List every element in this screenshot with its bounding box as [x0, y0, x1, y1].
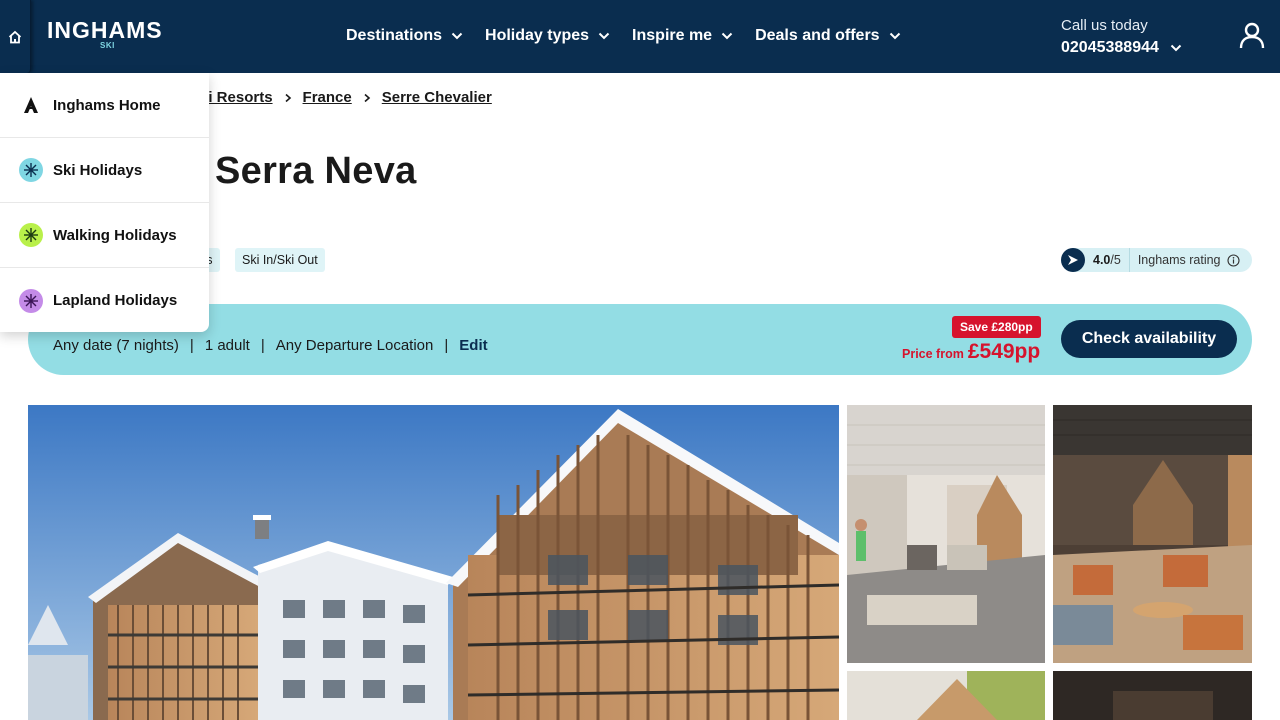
- call-us-label: Call us today: [1061, 17, 1148, 34]
- main-hotel-photo[interactable]: [28, 405, 839, 720]
- chevron-down-icon: [451, 32, 463, 40]
- site-header: INGHAMS SKI Destinations Holiday types I…: [0, 0, 1280, 73]
- search-guests: 1 adult: [204, 337, 250, 354]
- menu-item-label: Walking Holidays: [53, 226, 177, 244]
- feature-tag-ski-in-ski-out: Ski In/Ski Out: [235, 248, 325, 272]
- snowflake-icon: [19, 223, 43, 247]
- edit-search-link[interactable]: Edit: [459, 337, 487, 354]
- menu-item-label: Ski Holidays: [53, 161, 143, 179]
- nav-deals-and-offers[interactable]: Deals and offers: [755, 24, 900, 48]
- menu-item-label: Lapland Holidays: [53, 292, 178, 309]
- phone-number-dropdown[interactable]: 02045388944: [1061, 36, 1182, 60]
- divider: |: [189, 337, 194, 354]
- chevron-right-icon: [364, 93, 370, 102]
- rating-divider: [1128, 248, 1130, 272]
- nav-holiday-types[interactable]: Holiday types: [485, 24, 610, 48]
- rating-score: 4.0: [1093, 253, 1111, 267]
- inghams-rating: 4.0 /5 Inghams rating: [1061, 248, 1252, 272]
- nav-inspire-me[interactable]: Inspire me: [632, 24, 733, 48]
- chevron-down-icon: [721, 32, 733, 40]
- search-departure: Any Departure Location: [275, 337, 434, 354]
- lobby-photo-thumbnail[interactable]: [847, 405, 1045, 663]
- inghams-ski-logo[interactable]: INGHAMS SKI: [47, 17, 163, 50]
- breadcrumb-france[interactable]: France: [303, 89, 352, 106]
- price-label: Price from: [902, 347, 964, 361]
- menu-item-ski-holidays[interactable]: Ski Holidays: [0, 138, 209, 203]
- menu-item-lapland-holidays[interactable]: Lapland Holidays: [0, 268, 209, 333]
- lounge-photo-thumbnail[interactable]: [1053, 405, 1252, 663]
- snowflake-icon: [19, 288, 43, 313]
- menu-item-walking-holidays[interactable]: Walking Holidays: [0, 203, 209, 268]
- search-date: Any date (7 nights): [53, 337, 179, 354]
- inghams-logo-icon: [1061, 248, 1085, 272]
- rating-label: Inghams rating: [1137, 253, 1221, 267]
- interior-photo-thumbnail[interactable]: [847, 671, 1045, 720]
- nav-holiday-types-label: Holiday types: [485, 27, 590, 44]
- nav-destinations-label: Destinations: [346, 27, 443, 44]
- price-value: £549pp: [967, 340, 1041, 363]
- logo-main-text: INGHAMS: [47, 17, 163, 43]
- home-icon: [8, 30, 22, 43]
- availability-bar: Any date (7 nights) | 1 adult | Any Depa…: [28, 304, 1252, 375]
- save-badge: Save £280pp: [952, 316, 1041, 338]
- breadcrumb-serre-chevalier[interactable]: Serre Chevalier: [382, 89, 492, 106]
- chevron-down-icon: [598, 32, 610, 40]
- price-from: Price from £549pp: [902, 340, 1040, 364]
- brand-switcher-menu: Inghams Home Ski Holidays Walking Holida…: [0, 73, 209, 332]
- menu-item-inghams-home[interactable]: Inghams Home: [0, 73, 209, 138]
- main-nav: Destinations Holiday types Inspire me De…: [346, 24, 923, 48]
- call-us: Call us today 02045388944: [1061, 16, 1182, 60]
- page-title: Serra Neva: [215, 150, 417, 192]
- rating-max: /5: [1110, 253, 1121, 267]
- snowflake-icon: [19, 158, 43, 182]
- info-icon[interactable]: [1226, 253, 1240, 267]
- chevron-right-icon: [285, 93, 291, 102]
- user-icon[interactable]: [1239, 22, 1265, 50]
- check-availability-button[interactable]: Check availability: [1061, 320, 1237, 358]
- menu-item-label: Inghams Home: [53, 96, 161, 114]
- divider: |: [260, 337, 265, 354]
- phone-number: 02045388944: [1061, 39, 1159, 56]
- divider: |: [444, 337, 449, 354]
- nav-deals-label: Deals and offers: [755, 27, 880, 44]
- chevron-down-icon: [889, 32, 900, 40]
- nav-inspire-me-label: Inspire me: [632, 27, 713, 44]
- nav-destinations[interactable]: Destinations: [346, 24, 463, 48]
- breadcrumb: ki Resorts France Serre Chevalier: [200, 89, 492, 106]
- chevron-down-icon: [1170, 44, 1182, 52]
- inghams-logo-icon: [19, 93, 43, 117]
- restaurant-photo-thumbnail[interactable]: [1053, 671, 1252, 720]
- breadcrumb-ski-resorts[interactable]: ki Resorts: [200, 89, 273, 106]
- home-button[interactable]: [0, 0, 31, 73]
- logo-sub-text: SKI: [100, 41, 115, 50]
- search-summary: Any date (7 nights) | 1 adult | Any Depa…: [53, 337, 488, 354]
